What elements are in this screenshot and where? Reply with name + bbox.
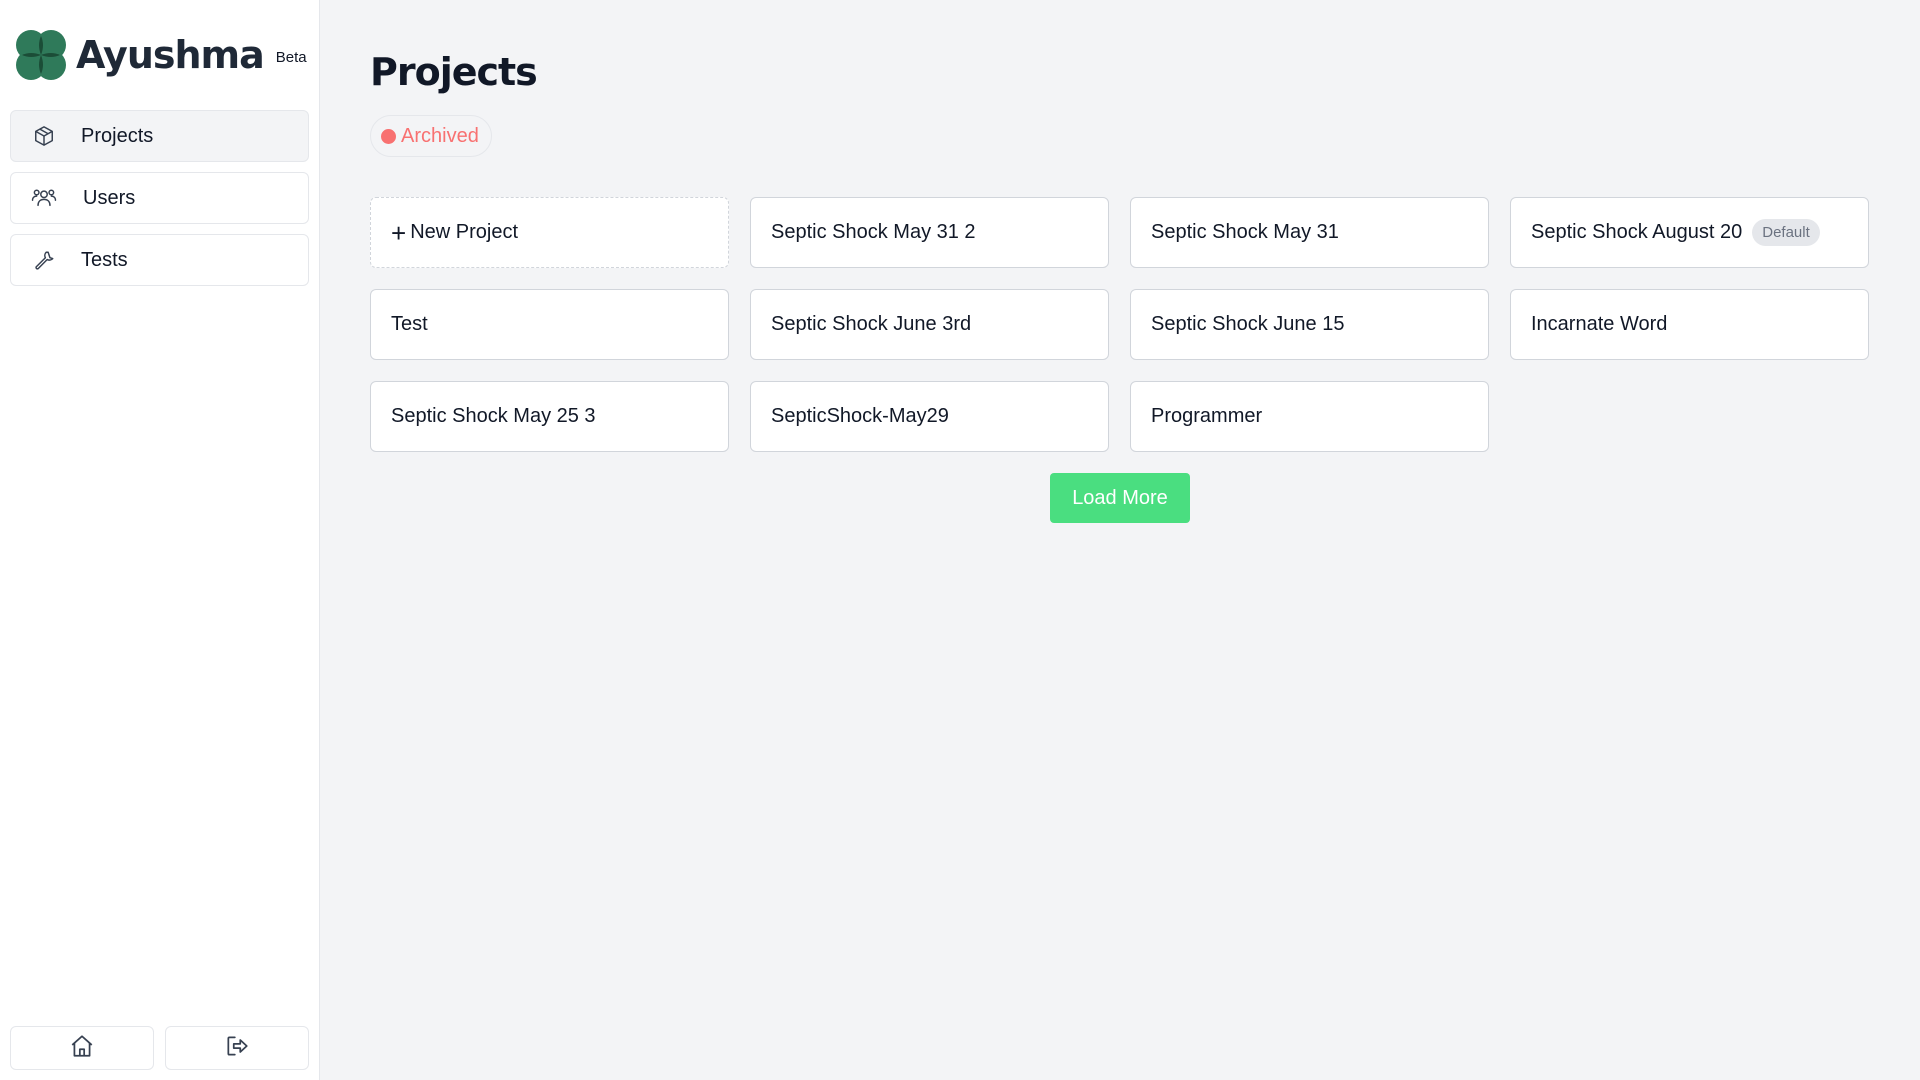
wrench-icon — [31, 247, 57, 273]
beta-badge: Beta — [275, 48, 307, 66]
sidebar-bottom-bar — [10, 1026, 309, 1070]
project-grid: + New Project Septic Shock May 31 2 Sept… — [370, 197, 1870, 452]
sidebar-nav: Projects Users Tests — [10, 110, 309, 296]
sidebar-item-label: Users — [83, 186, 136, 209]
logout-icon — [224, 1033, 250, 1064]
project-name: Septic Shock May 25 3 — [391, 405, 596, 427]
project-name: Septic Shock August 20 — [1531, 221, 1743, 243]
project-card[interactable]: SepticShock-May29 — [750, 381, 1109, 452]
project-card[interactable]: Septic Shock May 31 2 — [750, 197, 1109, 268]
archived-label: Archived — [401, 124, 479, 147]
page-title: Projects — [370, 50, 538, 94]
project-card[interactable]: Septic Shock August 20 Default — [1510, 197, 1869, 268]
project-name: Incarnate Word — [1531, 313, 1668, 335]
cube-icon — [31, 123, 57, 149]
sidebar-item-users[interactable]: Users — [10, 172, 309, 224]
sidebar-item-label: Projects — [81, 124, 154, 147]
project-card[interactable]: Septic Shock June 15 — [1130, 289, 1489, 360]
project-card[interactable]: Test — [370, 289, 729, 360]
archived-filter-toggle[interactable]: Archived — [370, 115, 492, 157]
default-badge: Default — [1752, 219, 1820, 246]
project-card[interactable]: Programmer — [1130, 381, 1489, 452]
project-name: Septic Shock May 31 — [1151, 221, 1339, 243]
home-icon — [69, 1033, 95, 1064]
project-name: Septic Shock June 3rd — [771, 313, 972, 335]
project-name: Test — [391, 313, 428, 335]
brand-name: Ayushma — [76, 33, 265, 77]
sidebar: Ayushma Beta Projects Users Tests — [0, 0, 320, 1080]
sidebar-item-projects[interactable]: Projects — [10, 110, 309, 162]
project-card[interactable]: Incarnate Word — [1510, 289, 1869, 360]
project-card[interactable]: Septic Shock May 31 — [1130, 197, 1489, 268]
project-card[interactable]: Septic Shock May 25 3 — [370, 381, 729, 452]
project-name: Septic Shock May 31 2 — [771, 221, 976, 243]
project-card[interactable]: Septic Shock June 3rd — [750, 289, 1109, 360]
project-name: Septic Shock June 15 — [1151, 313, 1345, 335]
status-dot — [381, 128, 396, 144]
ayushma-logo-icon — [14, 28, 68, 82]
home-button[interactable] — [10, 1026, 154, 1070]
sidebar-item-tests[interactable]: Tests — [10, 234, 309, 286]
plus-icon: + — [391, 217, 407, 248]
load-more-button[interactable]: Load More — [1050, 473, 1190, 523]
project-name: SepticShock-May29 — [771, 405, 949, 427]
new-project-label: New Project — [410, 221, 518, 243]
users-icon — [31, 185, 57, 211]
logout-button[interactable] — [165, 1026, 309, 1070]
sidebar-item-label: Tests — [81, 248, 128, 271]
project-name: Programmer — [1151, 405, 1263, 427]
new-project-card[interactable]: + New Project — [370, 197, 729, 268]
brand[interactable]: Ayushma Beta — [14, 28, 307, 82]
